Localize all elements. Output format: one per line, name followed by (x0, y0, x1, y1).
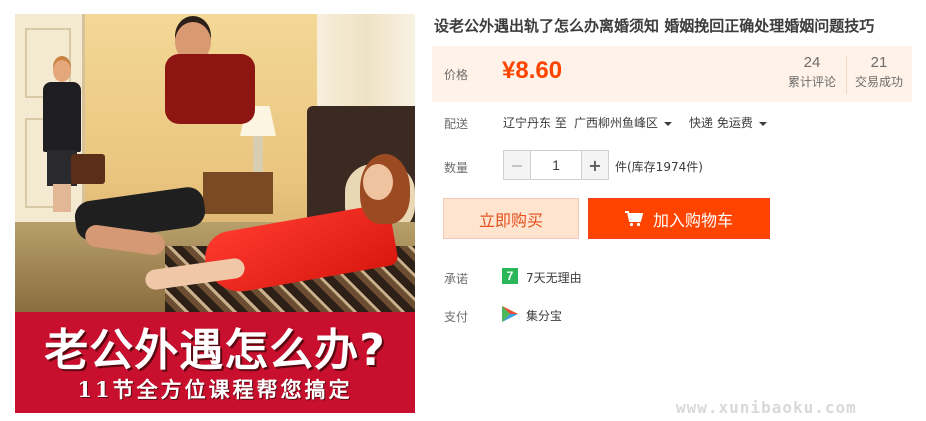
price-label: 价格 (444, 68, 469, 82)
shipping-from: 辽宁丹东 至 (503, 116, 567, 130)
watermark: www.xunibaoku.com (676, 398, 857, 417)
shipping-method: 快递 免运费 (689, 116, 753, 130)
jifenbao-icon (502, 306, 518, 322)
sales-count: 21 (870, 54, 888, 71)
add-to-cart-button[interactable]: 加入购物车 (588, 198, 770, 239)
banner-title: 老公外遇怎么办? (44, 325, 386, 376)
product-photo (15, 14, 415, 312)
shipping-destination: 广西柳州鱼峰区 (574, 116, 659, 130)
payment-label: 支付 (444, 310, 469, 324)
cart-icon (624, 210, 643, 226)
sales-stat: 21 交易成功 (846, 54, 912, 90)
product-title: 设老公外遇出轨了怎么办离婚须知 婚姻挽回正确处理婚姻问题技巧 (434, 17, 875, 35)
promise-text[interactable]: 7天无理由 (526, 269, 582, 286)
chevron-down-icon (664, 121, 673, 126)
sales-label: 交易成功 (854, 75, 903, 89)
quantity-stepper: − + (503, 150, 609, 180)
stock-text: 件(库存1974件) (615, 160, 703, 174)
buy-now-label: 立即购买 (478, 210, 543, 230)
add-to-cart-label: 加入购物车 (652, 210, 733, 230)
payment-text[interactable]: 集分宝 (526, 307, 562, 324)
chevron-down-icon (758, 121, 767, 126)
quantity-label: 数量 (444, 161, 469, 175)
banner-subtitle: 11节全方位课程帮您搞定 (77, 377, 353, 402)
reviews-stat[interactable]: 24 累计评论 (779, 54, 845, 90)
product-image[interactable]: 老公外遇怎么办? 11节全方位课程帮您搞定 (15, 14, 415, 413)
reviews-label: 累计评论 (787, 75, 836, 89)
quantity-input[interactable] (531, 150, 581, 180)
shipping-label: 配送 (444, 117, 469, 131)
increase-button[interactable]: + (581, 150, 609, 180)
promise-label: 承诺 (444, 272, 469, 286)
reviews-count: 24 (803, 54, 821, 71)
price-value: ¥8.60 (502, 57, 563, 84)
price-panel: 价格 ¥8.60 24 累计评论 21 交易成功 (432, 46, 912, 102)
buy-now-button[interactable]: 立即购买 (443, 198, 579, 239)
decrease-button[interactable]: − (503, 150, 531, 180)
seven-day-return-icon: 7 (502, 268, 518, 284)
shipping-destination-select[interactable]: 广西柳州鱼峰区 (574, 114, 673, 131)
shipping-method-select[interactable]: 快递 免运费 (689, 114, 767, 131)
product-banner: 老公外遇怎么办? 11节全方位课程帮您搞定 (15, 312, 415, 413)
